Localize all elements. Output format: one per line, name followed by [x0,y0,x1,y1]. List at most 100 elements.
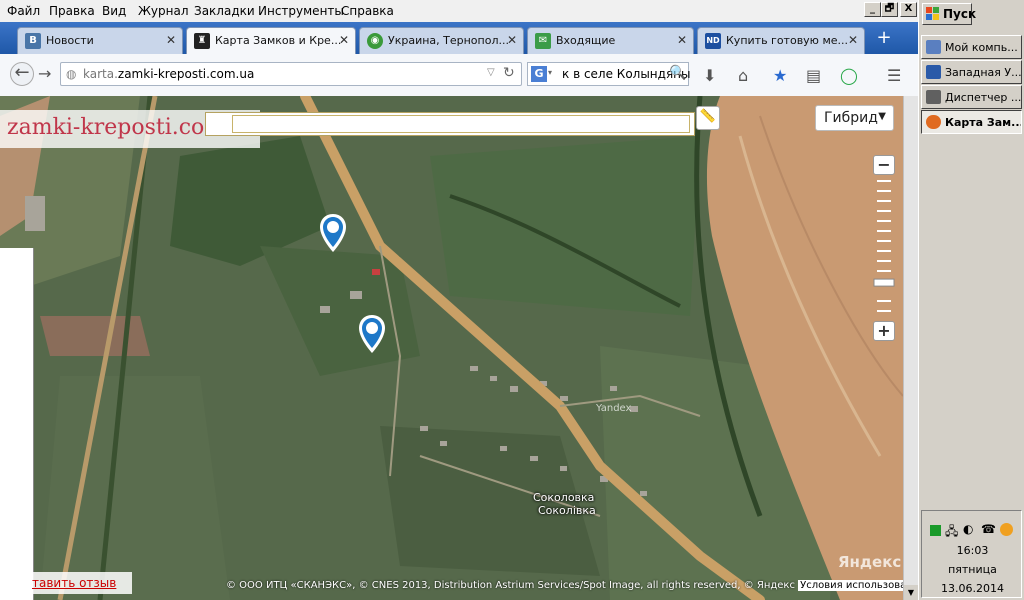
tab-news[interactable]: В Новости ✕ [17,27,183,54]
update-icon[interactable] [1000,523,1013,536]
url-text: karta.zamki-kreposti.com.ua [83,67,255,81]
map-copyright: © ООО ИТЦ «СКАНЭКС», © CNES 2013, Distri… [226,580,918,591]
globe-icon: ◍ [66,67,77,81]
ruler-icon[interactable]: 📏 [696,106,720,130]
task-word-document[interactable]: Западная У... [921,60,1022,84]
feedback-link[interactable]: тавить отзыв [32,576,116,590]
map-search-box [205,112,695,136]
tab-label: Карта Замков и Кре... [215,34,342,47]
tab-ukraine[interactable]: ◉ Украина, Тернопол... ✕ [359,27,524,54]
status-indicator-icon[interactable] [930,525,941,536]
minimize-button[interactable]: _ [864,2,881,17]
task-firefox-map[interactable]: Карта Зам... [921,110,1022,134]
castle-marker-icon[interactable] [357,313,387,355]
tab-strip: В Новости ✕ ♜ Карта Замков и Кре... ✕ ◉ … [0,22,918,54]
globe-icon: ◉ [367,33,383,49]
copyright-text: © ООО ИТЦ «СКАНЭКС», © CNES 2013, Distri… [226,580,795,591]
antivirus-icon[interactable]: ☎ [981,522,996,536]
speaker-icon[interactable]: ◐ [963,522,973,536]
clock-day: пятница [948,563,997,576]
clock-date: 13.06.2014 [941,582,1004,595]
map-imagery [0,96,903,600]
task-manager-icon [926,90,941,104]
zoom-scale[interactable] [873,177,895,319]
castle-icon: ♜ [194,33,210,49]
nd-icon: ND [705,33,721,49]
network-icon[interactable]: 🖧 [945,522,958,543]
tab-label: Входящие [556,34,616,47]
feedback-box: тавить отзыв [30,572,132,594]
task-task-manager[interactable]: Диспетчер ... [921,85,1022,109]
menu-bar: Файл Правка Вид Журнал Закладки Инструме… [0,0,918,23]
bookmarks-list-icon[interactable]: ▤ [806,66,821,85]
close-icon[interactable]: ✕ [507,33,517,47]
menu-file[interactable]: Файл [7,4,40,18]
task-label: Западная У... [945,66,1021,79]
vertical-scrollbar[interactable]: ▼ [903,96,918,600]
task-label: Диспетчер ... [945,91,1021,104]
menu-icon[interactable]: ☰ [887,66,901,85]
address-bar[interactable]: ◍ karta.zamki-kreposti.com.ua ▽ ↻ [60,62,522,86]
start-button[interactable]: Пуск [922,3,976,25]
vk-icon: В [25,33,41,49]
satellite-map[interactable]: Соколовка Соколівка Yandex Яндекс [0,96,903,600]
tab-castles-map[interactable]: ♜ Карта Замков и Кре... ✕ [186,27,356,54]
terms-link[interactable]: Условия использования [798,580,918,591]
search-icon[interactable]: 🔍 [669,65,686,81]
addon-icon[interactable]: ◯ [840,66,858,85]
task-my-computer[interactable]: Мой компь... [921,35,1022,59]
yandex-watermark: Яндекс [838,553,902,571]
menu-view[interactable]: Вид [102,4,126,18]
menu-help[interactable]: Справка [341,4,394,18]
side-panel [0,248,34,600]
back-button[interactable]: ← [10,62,34,86]
tab-label: Купить готовую ме... [726,34,848,47]
map-layer-selector[interactable]: Гибрид ▼ [815,105,894,131]
restore-button[interactable]: 🗗 [881,2,898,17]
zoom-out-button[interactable]: − [873,155,895,175]
task-label: Карта Зам... [945,116,1021,129]
new-tab-button[interactable]: + [873,28,895,50]
close-icon[interactable]: ✕ [166,33,176,47]
menu-bookmarks[interactable]: Закладки [194,4,255,18]
mail-icon: ✉ [535,33,551,49]
tab-label: Украина, Тернопол... [388,34,509,47]
download-icon[interactable]: ⬇ [703,66,716,85]
place-label: Соколівка [538,504,596,517]
tab-inbox[interactable]: ✉ Входящие ✕ [527,27,694,54]
clock-time[interactable]: 16:03 [922,544,1023,557]
google-icon[interactable]: G [531,66,547,82]
menu-tools[interactable]: Инструменты [258,4,344,18]
close-icon[interactable]: ✕ [848,33,858,47]
map-watermark-small: Yandex [596,403,632,414]
bookmark-star-icon[interactable]: ★ [773,66,787,85]
word-icon [926,65,941,79]
map-layer-label: Гибрид [824,110,878,126]
chevron-down-icon: ▼ [878,111,886,122]
scroll-down-arrow-icon[interactable]: ▼ [904,585,918,600]
menu-history[interactable]: Журнал [138,4,189,18]
zoom-in-button[interactable]: + [873,321,895,341]
close-icon[interactable]: ✕ [339,33,349,47]
close-window-button[interactable]: X [900,2,917,17]
engine-dropdown-icon[interactable]: ▾ [548,68,552,77]
tab-label: Новости [46,34,94,47]
zoom-control[interactable]: − + [873,155,895,341]
home-icon[interactable]: ⌂ [738,66,748,85]
firefox-icon [926,115,941,129]
windows-logo-icon [926,7,940,21]
start-label: Пуск [943,7,977,21]
search-bar[interactable]: G ▾ к в селе Колындяны 🔍 [527,62,690,86]
browser-window: Файл Правка Вид Журнал Закладки Инструме… [0,0,918,600]
forward-button[interactable]: → [38,64,51,83]
task-label: Мой компь... [945,41,1018,54]
menu-edit[interactable]: Правка [49,4,95,18]
dropdown-icon[interactable]: ▽ [487,67,495,78]
castle-marker-icon[interactable] [318,212,348,254]
reload-icon[interactable]: ↻ [503,65,515,81]
zoom-slider-handle[interactable] [873,278,895,287]
close-icon[interactable]: ✕ [677,33,687,47]
system-tray: 🖧 ◐ ☎ 16:03 пятница 13.06.2014 [921,510,1022,598]
tab-buy[interactable]: ND Купить готовую ме... ✕ [697,27,865,54]
map-search-input[interactable] [232,115,690,133]
